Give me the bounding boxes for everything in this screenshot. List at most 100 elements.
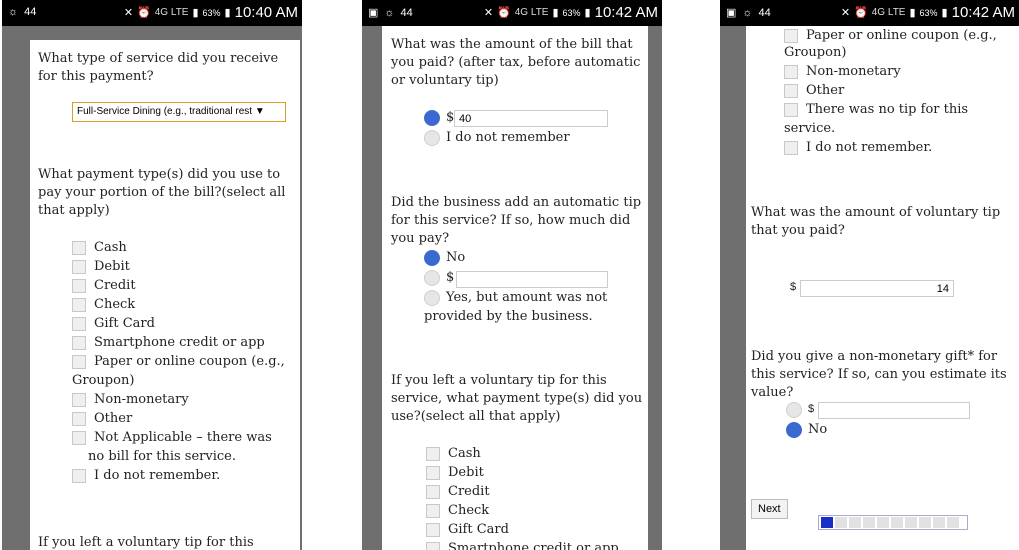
screenshot-icon: ▣ bbox=[726, 7, 737, 19]
survey-page: What was the amount of the bill that you… bbox=[382, 26, 648, 550]
phone-screen-3: ▣ ☼ 44 ✕ ⏰ 4G LTE ▮ 63% ▮ 10:42 AM Paper o… bbox=[720, 0, 1019, 550]
checkbox[interactable] bbox=[72, 316, 86, 331]
checkbox[interactable] bbox=[426, 541, 440, 550]
checkbox[interactable] bbox=[72, 354, 86, 369]
checkbox[interactable] bbox=[72, 297, 86, 312]
checkbox[interactable] bbox=[72, 468, 86, 483]
autotip-not-provided[interactable]: Yes, but amount was not bbox=[424, 288, 607, 307]
status-bar: ▣ ☼ 44 ✕ ⏰ 4G LTE ▮ 63% ▮ 10:42 AM bbox=[362, 0, 662, 26]
question-non-monetary-gift: Did you give a non-monetary gift* for th… bbox=[751, 349, 1007, 400]
battery-icon: ▮ bbox=[584, 7, 591, 19]
status-left-text: 44 bbox=[24, 6, 37, 18]
question-tip-payment-type: If you left a voluntary tip for this ser… bbox=[391, 373, 643, 424]
tip-option-check[interactable]: Check bbox=[426, 501, 489, 520]
tip-amount-input[interactable]: 14 bbox=[800, 280, 954, 297]
checkbox[interactable] bbox=[784, 83, 798, 98]
battery-label: 63% bbox=[202, 7, 221, 18]
option-other[interactable]: Other bbox=[72, 409, 132, 428]
network-label: 4G LTE bbox=[154, 7, 189, 18]
bill-amount-choice[interactable]: $ bbox=[424, 108, 454, 127]
checkbox[interactable] bbox=[426, 446, 440, 461]
question-payment-type: What payment type(s) did you use to pay … bbox=[38, 167, 286, 218]
checkbox[interactable] bbox=[72, 259, 86, 274]
survey-page: What type of service did you receive for… bbox=[30, 40, 300, 550]
option-non-monetary[interactable]: Non-monetary bbox=[72, 390, 189, 409]
checkbox[interactable] bbox=[72, 430, 86, 445]
radio-selected[interactable] bbox=[424, 109, 440, 126]
radio[interactable] bbox=[786, 401, 802, 418]
next-button[interactable]: Next bbox=[751, 499, 788, 519]
progress-segment bbox=[933, 517, 945, 528]
service-type-select[interactable]: Full-Service Dining (e.g., traditional r… bbox=[72, 102, 286, 122]
option-gift-card[interactable]: Gift Card bbox=[72, 314, 155, 333]
option-smartphone[interactable]: Smartphone credit or app bbox=[72, 333, 265, 352]
checkbox[interactable] bbox=[784, 28, 798, 43]
tip-option-credit[interactable]: Credit bbox=[426, 482, 490, 501]
checkbox[interactable] bbox=[426, 503, 440, 518]
checkbox[interactable] bbox=[784, 140, 798, 155]
checkbox[interactable] bbox=[72, 392, 86, 407]
mute-icon: ✕ bbox=[483, 7, 494, 19]
checkbox[interactable] bbox=[72, 335, 86, 350]
option-not-applicable[interactable]: Not Applicable – there was bbox=[72, 428, 272, 447]
status-bar: ▣ ☼ 44 ✕ ⏰ 4G LTE ▮ 63% ▮ 10:42 AM bbox=[720, 0, 1019, 26]
bill-do-not-remember[interactable]: I do not remember bbox=[424, 128, 570, 147]
alarm-icon: ⏰ bbox=[497, 7, 511, 19]
progress-segment bbox=[849, 517, 861, 528]
radio[interactable] bbox=[424, 269, 440, 286]
tip-option-cash[interactable]: Cash bbox=[426, 444, 481, 463]
option-do-not-remember[interactable]: I do not remember. bbox=[72, 466, 220, 485]
option-other[interactable]: Other bbox=[784, 81, 844, 100]
progress-segment bbox=[947, 517, 959, 528]
gift-no[interactable]: No bbox=[786, 420, 827, 439]
tip-option-smartphone[interactable]: Smartphone credit or app bbox=[426, 539, 619, 550]
option-no-tip-cont: service. bbox=[784, 121, 836, 136]
radio[interactable] bbox=[424, 289, 440, 306]
clock: 10:42 AM bbox=[951, 4, 1015, 21]
option-do-not-remember[interactable]: I do not remember. bbox=[784, 138, 932, 157]
progress-segment bbox=[905, 517, 917, 528]
question-bill-amount: What was the amount of the bill that you… bbox=[391, 37, 641, 88]
gift-amount-choice[interactable]: $ bbox=[786, 400, 814, 419]
checkbox[interactable] bbox=[784, 102, 798, 117]
checkbox[interactable] bbox=[426, 484, 440, 499]
autotip-amount-choice[interactable]: $ bbox=[424, 268, 454, 287]
radio-selected[interactable] bbox=[424, 249, 440, 266]
mute-icon: ✕ bbox=[840, 7, 851, 19]
option-credit[interactable]: Credit bbox=[72, 276, 136, 295]
autotip-amount-input[interactable] bbox=[456, 271, 608, 288]
survey-page: Paper or online coupon (e.g., Groupon) N… bbox=[746, 26, 1019, 550]
option-coupon[interactable]: Paper or online coupon (e.g., bbox=[72, 352, 285, 371]
checkbox[interactable] bbox=[72, 411, 86, 426]
progress-segment bbox=[891, 517, 903, 528]
checkbox[interactable] bbox=[72, 278, 86, 293]
radio[interactable] bbox=[424, 129, 440, 146]
checkbox[interactable] bbox=[72, 240, 86, 255]
progress-bar bbox=[818, 515, 968, 530]
option-debit[interactable]: Debit bbox=[72, 257, 130, 276]
bill-amount-input[interactable]: 40 bbox=[454, 110, 608, 127]
tip-option-gift-card[interactable]: Gift Card bbox=[426, 520, 509, 539]
autotip-no[interactable]: No bbox=[424, 248, 465, 267]
option-non-monetary[interactable]: Non-monetary bbox=[784, 62, 901, 81]
checkbox[interactable] bbox=[784, 64, 798, 79]
tip-option-debit[interactable]: Debit bbox=[426, 463, 484, 482]
screenshot-icon: ▣ bbox=[368, 7, 379, 19]
option-no-tip[interactable]: There was no tip for this bbox=[784, 100, 968, 119]
option-coupon-cont: Groupon) bbox=[784, 45, 847, 60]
option-check[interactable]: Check bbox=[72, 295, 135, 314]
clock: 10:40 AM bbox=[234, 4, 298, 21]
progress-segment bbox=[821, 517, 833, 528]
gift-amount-input[interactable] bbox=[818, 402, 970, 419]
checkbox[interactable] bbox=[426, 465, 440, 480]
question-tip-partial: If you left a voluntary tip for this ser… bbox=[38, 535, 254, 550]
autotip-not-provided-cont: provided by the business. bbox=[424, 309, 593, 324]
progress-segment bbox=[835, 517, 847, 528]
radio-selected[interactable] bbox=[786, 421, 802, 438]
phone-screen-1: ☼ 44 ✕ ⏰ 4G LTE ▮ 63% ▮ 10:40 AM What typ… bbox=[2, 0, 302, 550]
tip-amount-prefix: $ bbox=[790, 281, 797, 293]
option-coupon-cont: Groupon) bbox=[72, 373, 135, 388]
checkbox[interactable] bbox=[426, 522, 440, 537]
option-cash[interactable]: Cash bbox=[72, 238, 127, 257]
question-service-type: What type of service did you receive for… bbox=[38, 51, 279, 84]
